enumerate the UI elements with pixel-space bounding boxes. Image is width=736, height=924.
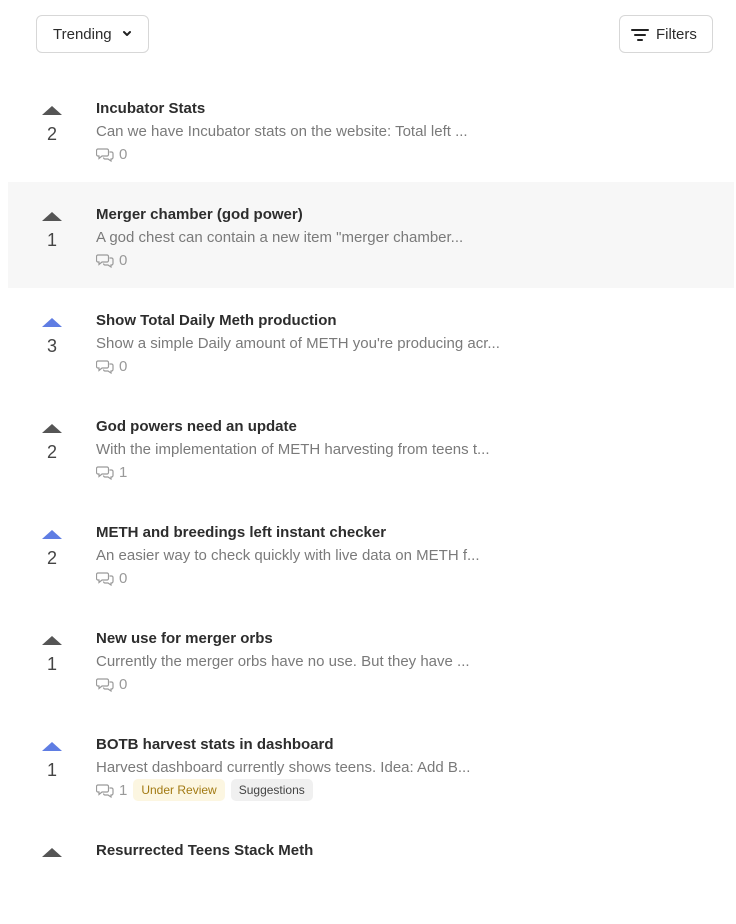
triangle-up-icon [42,848,62,857]
toolbar: Trending Filters [36,15,713,55]
triangle-up-icon [42,742,62,751]
post-title[interactable]: Merger chamber (god power) [96,206,696,223]
vote-count: 2 [46,124,57,144]
post-title[interactable]: Incubator Stats [96,100,696,117]
triangle-up-icon [42,212,62,221]
speech-bubbles-icon [96,783,114,798]
post-content: METH and breedings left instant checker … [96,524,696,588]
upvote-button[interactable]: 1 [36,740,68,790]
upvote-button[interactable]: 2 [36,104,68,154]
post-excerpt: Harvest dashboard currently shows teens.… [96,759,471,776]
post-item[interactable]: Resurrected Teens Stack Meth [8,818,734,924]
vote-count: 1 [46,230,57,250]
post-item[interactable]: 1 BOTB harvest stats in dashboard Harves… [8,712,734,818]
comment-count: 0 [119,569,128,587]
post-excerpt: An easier way to check quickly with live… [96,547,480,564]
upvote-button[interactable]: 3 [36,316,68,366]
filters-label: Filters [656,26,697,43]
triangle-up-icon [42,530,62,539]
comment-count: 0 [119,251,128,269]
post-meta: 0 [96,356,696,376]
vote-count: 2 [46,548,57,568]
post-item[interactable]: 2 God powers need an update With the imp… [8,394,734,500]
speech-bubbles-icon [96,147,114,162]
filter-lines-icon [631,29,649,41]
post-item[interactable]: 3 Show Total Daily Meth production Show … [8,288,734,394]
post-content: Resurrected Teens Stack Meth [96,842,696,859]
post-meta: 0 [96,250,696,270]
speech-bubbles-icon [96,359,114,374]
post-meta: 0 [96,568,696,588]
upvote-button[interactable]: 2 [36,528,68,578]
comment-count: 0 [119,145,128,163]
post-meta: 1 Under Review Suggestions [96,779,696,801]
triangle-up-icon [42,636,62,645]
posts-list: 2 Incubator Stats Can we have Incubator … [8,76,734,924]
post-title[interactable]: METH and breedings left instant checker [96,524,696,541]
vote-count: 1 [46,760,57,780]
comment-count: 0 [119,357,128,375]
post-excerpt: Can we have Incubator stats on the websi… [96,123,468,140]
post-item[interactable]: 2 METH and breedings left instant checke… [8,500,734,606]
speech-bubbles-icon [96,465,114,480]
upvote-button[interactable]: 2 [36,422,68,472]
upvote-button[interactable]: 1 [36,210,68,260]
post-title[interactable]: God powers need an update [96,418,696,435]
vote-count: 3 [46,336,57,356]
speech-bubbles-icon [96,253,114,268]
comment-count: 1 [119,781,128,799]
vote-count: 2 [46,442,57,462]
post-excerpt: With the implementation of METH harvesti… [96,441,490,458]
post-meta: 0 [96,674,696,694]
post-content: New use for merger orbs Currently the me… [96,630,696,694]
sort-dropdown-label: Trending [53,25,112,43]
post-excerpt: A god chest can contain a new item "merg… [96,229,464,246]
triangle-up-icon [42,424,62,433]
post-excerpt: Currently the merger orbs have no use. B… [96,653,470,670]
triangle-up-icon [42,318,62,327]
vote-count: 1 [46,654,57,674]
post-item[interactable]: 1 Merger chamber (god power) A god chest… [8,182,734,288]
post-content: God powers need an update With the imple… [96,418,696,482]
filters-button[interactable]: Filters [619,15,713,53]
upvote-button[interactable] [36,846,68,896]
post-title[interactable]: Show Total Daily Meth production [96,312,696,329]
sort-dropdown-button[interactable]: Trending [36,15,149,53]
comment-count: 1 [119,463,128,481]
speech-bubbles-icon [96,677,114,692]
category-tag-suggestions: Suggestions [230,779,313,801]
post-content: Incubator Stats Can we have Incubator st… [96,100,696,164]
comment-count: 0 [119,675,128,693]
upvote-button[interactable]: 1 [36,634,68,684]
post-meta: 1 [96,462,696,482]
post-excerpt: Show a simple Daily amount of METH you'r… [96,335,500,352]
speech-bubbles-icon [96,571,114,586]
post-title[interactable]: New use for merger orbs [96,630,696,647]
post-item[interactable]: 2 Incubator Stats Can we have Incubator … [8,76,734,182]
triangle-up-icon [42,106,62,115]
post-title[interactable]: Resurrected Teens Stack Meth [96,842,696,859]
post-item[interactable]: 1 New use for merger orbs Currently the … [8,606,734,712]
post-content: BOTB harvest stats in dashboard Harvest … [96,736,696,801]
status-badge-under-review: Under Review [133,779,225,801]
post-meta: 0 [96,144,696,164]
post-title[interactable]: BOTB harvest stats in dashboard [96,736,696,753]
post-content: Show Total Daily Meth production Show a … [96,312,696,376]
post-content: Merger chamber (god power) A god chest c… [96,206,696,270]
chevron-down-icon [123,31,131,36]
